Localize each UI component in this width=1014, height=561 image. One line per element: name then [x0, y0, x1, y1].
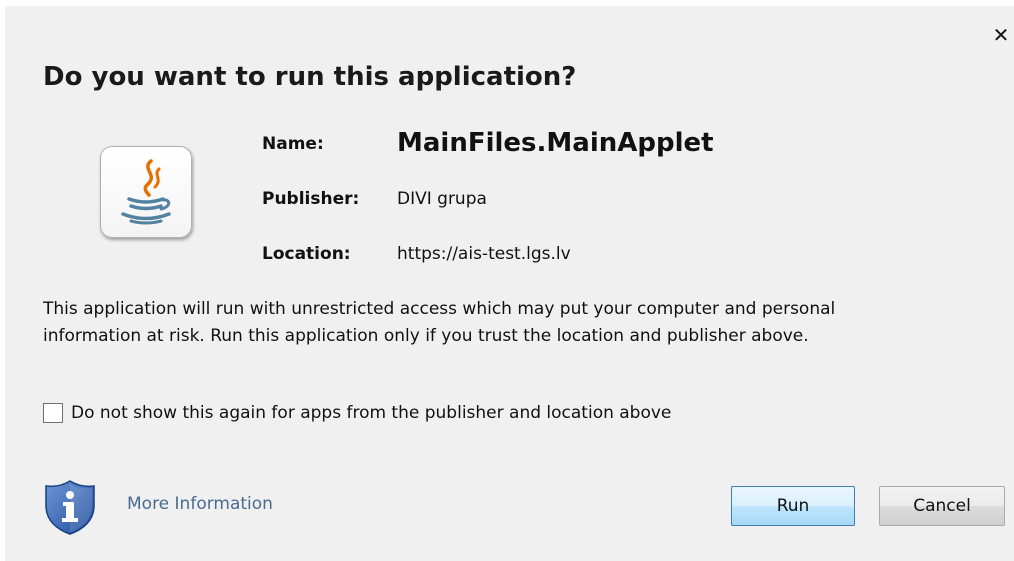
do-not-show-again-checkbox[interactable]	[43, 403, 63, 423]
location-label: Location:	[262, 244, 351, 264]
close-icon[interactable]: ✕	[991, 25, 1011, 45]
cancel-button[interactable]: Cancel	[879, 486, 1005, 526]
publisher-value: DIVI grupa	[397, 189, 487, 209]
location-value: https://ais-test.lgs.lv	[397, 244, 571, 264]
do-not-show-again-row[interactable]: Do not show this again for apps from the…	[43, 401, 671, 425]
app-name-value: MainFiles.MainApplet	[397, 128, 714, 158]
more-information-link[interactable]: More Information	[127, 494, 273, 514]
warning-line-1: This application will run with unrestric…	[43, 299, 836, 319]
publisher-label: Publisher:	[262, 189, 360, 209]
dialog-title: Do you want to run this application?	[43, 62, 577, 92]
run-button[interactable]: Run	[731, 486, 855, 526]
security-dialog: ✕ Do you want to run this application? N…	[5, 6, 1014, 561]
warning-line-2: information at risk. Run this applicatio…	[43, 326, 809, 346]
do-not-show-again-label[interactable]: Do not show this again for apps from the…	[71, 403, 671, 423]
java-icon	[100, 146, 192, 238]
name-label: Name:	[262, 134, 324, 154]
shield-info-icon	[42, 478, 98, 536]
security-warning-text: This application will run with unrestric…	[43, 296, 983, 350]
